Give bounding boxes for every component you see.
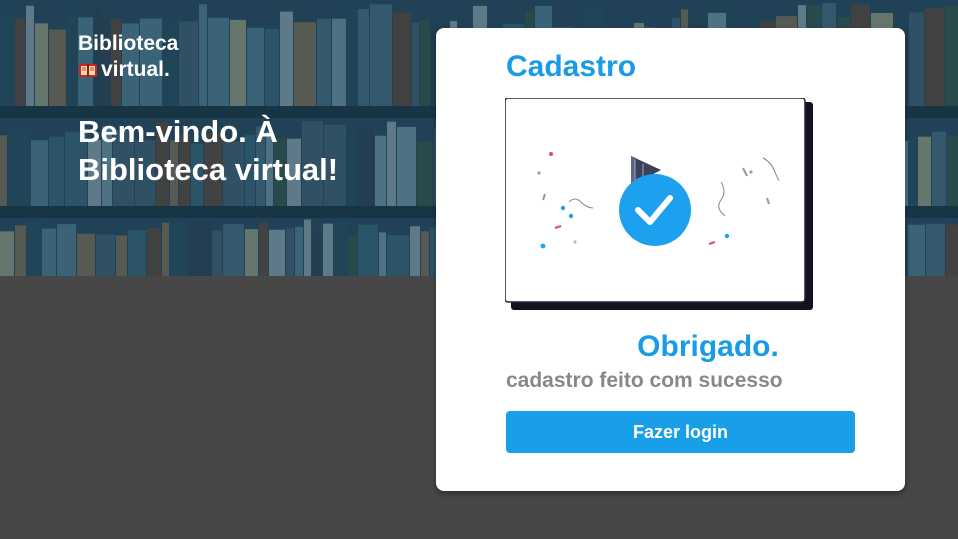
book-icon bbox=[78, 60, 98, 80]
thanks-heading: Obrigado. bbox=[637, 330, 779, 363]
brand-line2: virtual. bbox=[101, 58, 170, 81]
signup-card: Cadastro Obrigado. cadastro feito com su… bbox=[436, 28, 905, 491]
success-message: cadastro feito com sucesso bbox=[506, 369, 783, 392]
success-illustration bbox=[504, 97, 813, 310]
brand-line1: Biblioteca bbox=[78, 32, 179, 55]
brand-logo[interactable]: Biblioteca virtual. bbox=[78, 31, 178, 83]
login-button[interactable]: Fazer login bbox=[506, 411, 855, 453]
card-title: Cadastro bbox=[506, 50, 637, 83]
success-check-icon bbox=[619, 174, 691, 246]
welcome-heading: Bem-vindo. À Biblioteca virtual! bbox=[78, 114, 339, 187]
